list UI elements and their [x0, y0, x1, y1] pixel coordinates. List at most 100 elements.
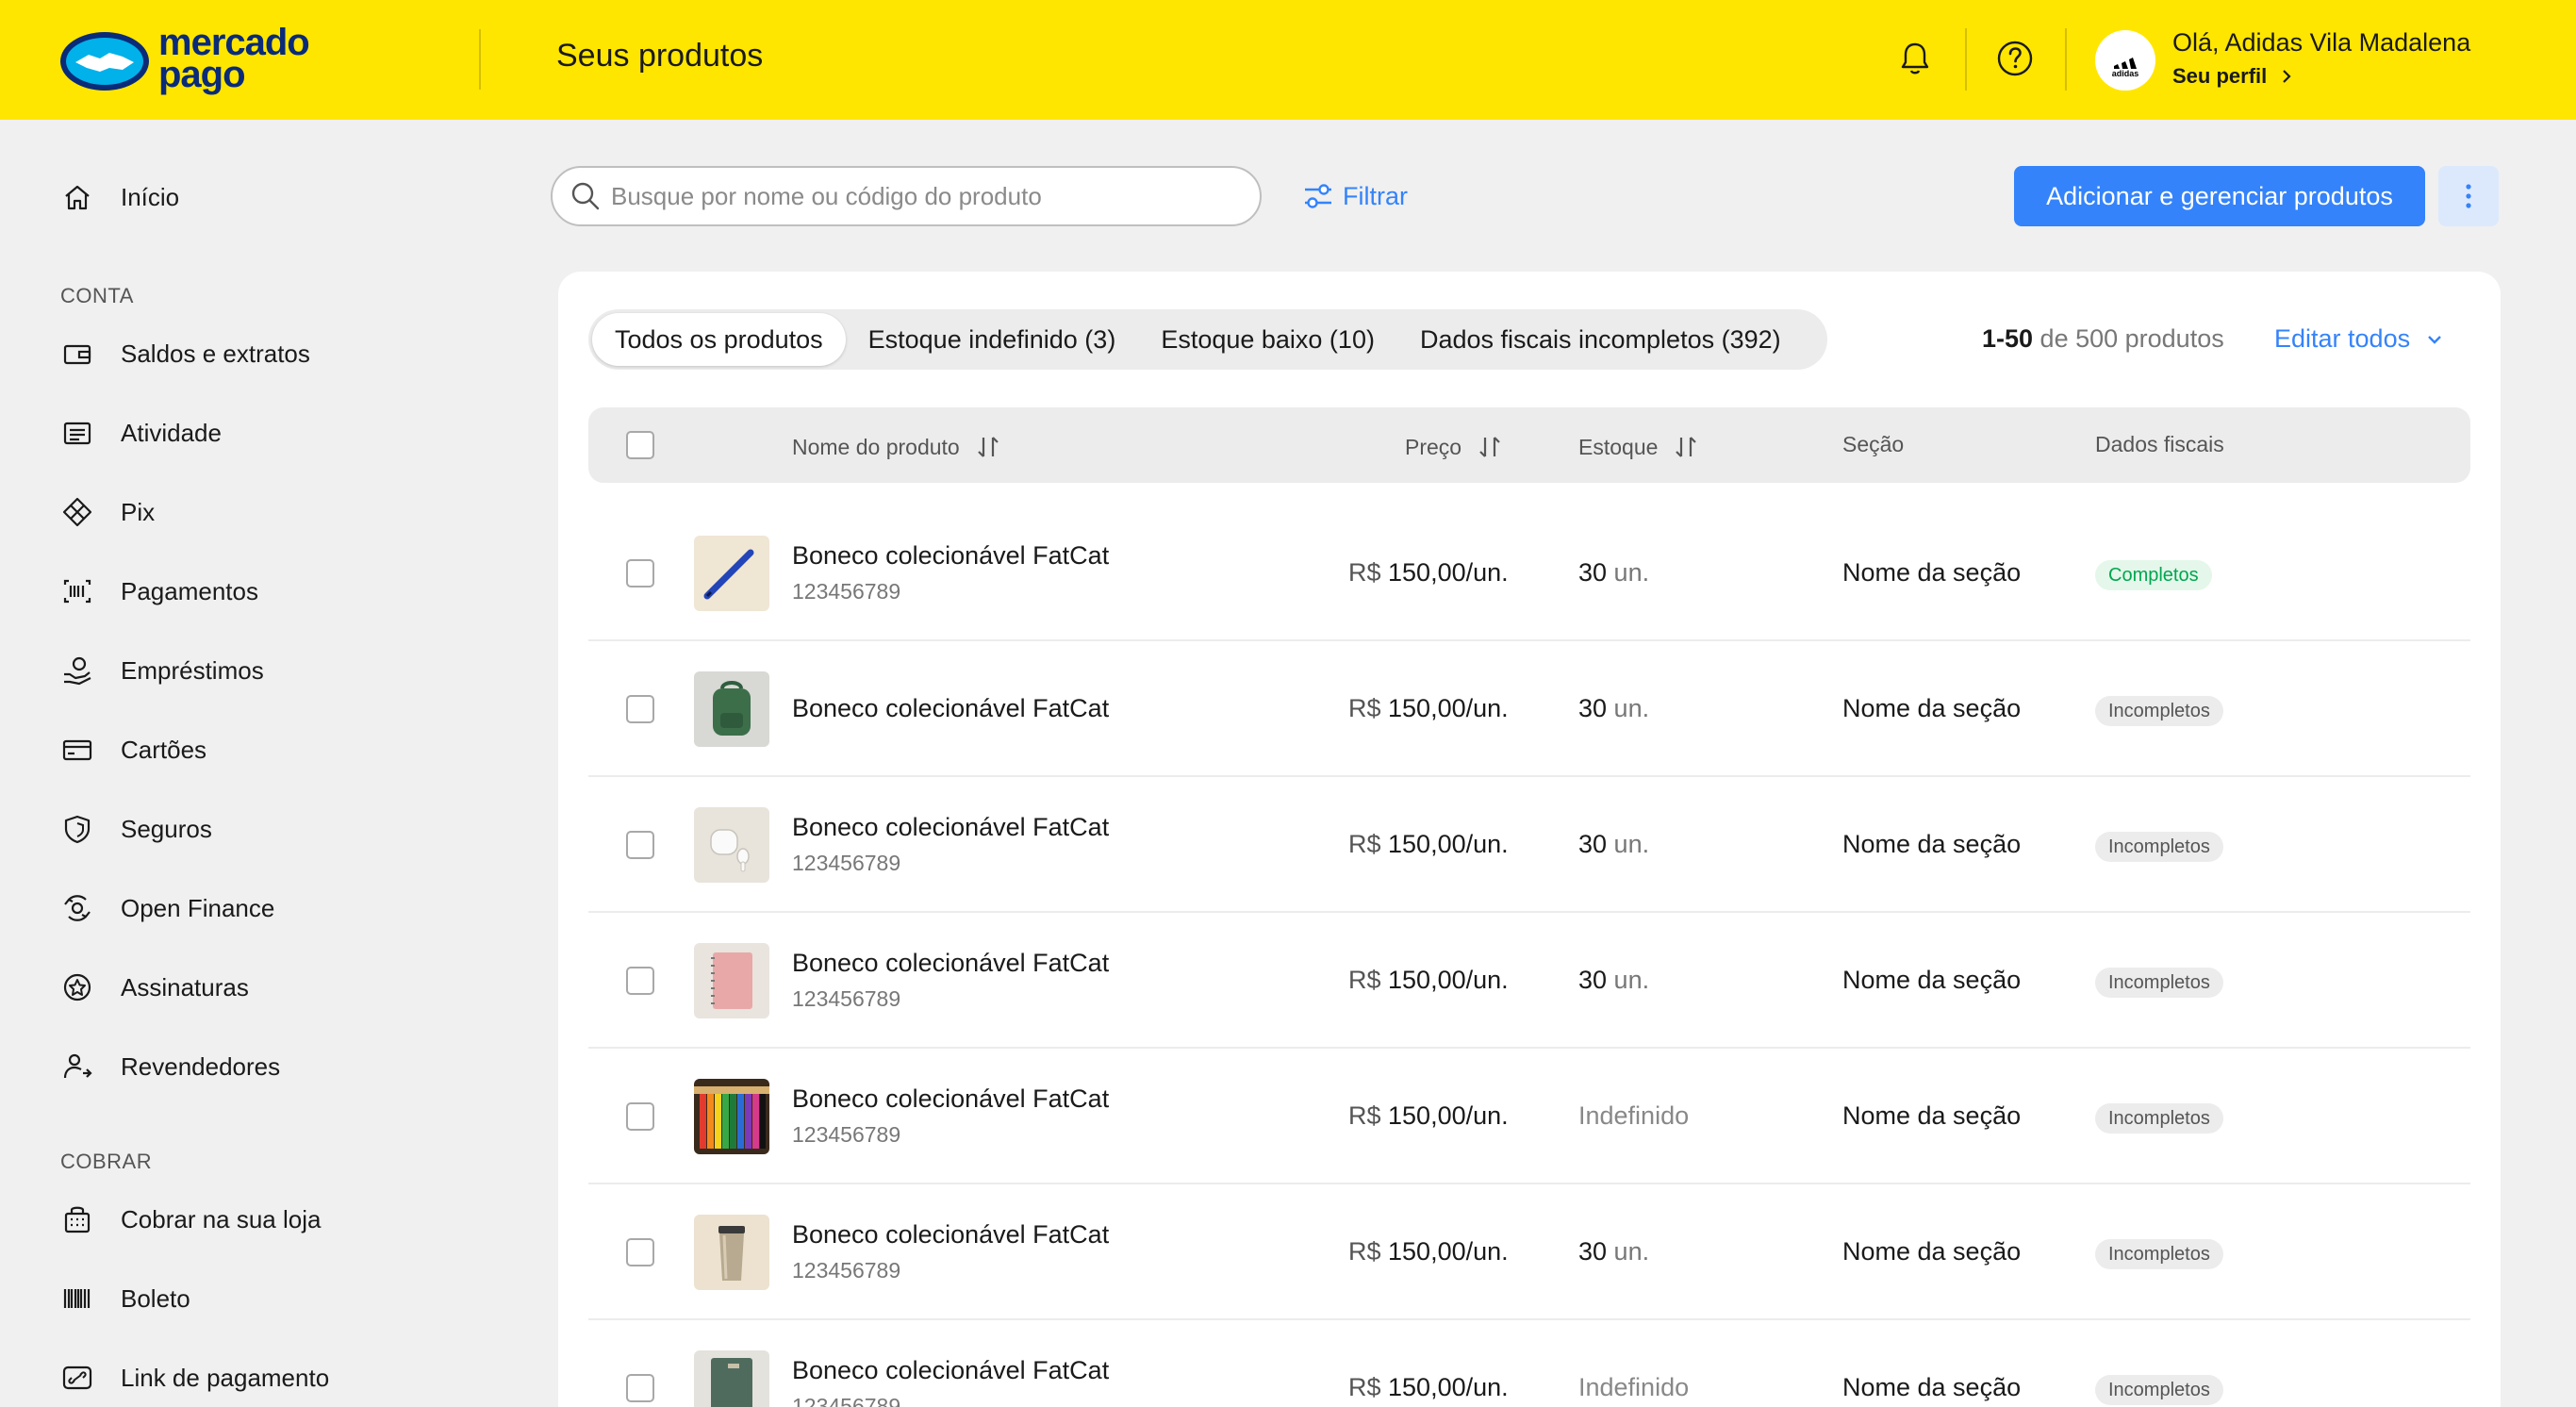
sidebar-item-balances[interactable]: Saldos e extratos: [60, 331, 310, 376]
chevron-right-icon: [2283, 70, 2291, 83]
payments-icon: [63, 579, 91, 604]
product-price: R$ 150,00/un.: [1348, 1237, 1509, 1266]
home-icon: [65, 185, 90, 210]
row-checkbox[interactable]: [626, 1102, 654, 1131]
product-name: Boneco colecionável FatCat: [792, 949, 1110, 977]
product-section: Nome da seção: [1842, 966, 2022, 994]
sidebar-item-loans[interactable]: Empréstimos: [60, 648, 264, 693]
search-icon: [571, 182, 600, 210]
sidebar-item-activity[interactable]: Atividade: [60, 410, 222, 455]
mercado-pago-logo[interactable]: mercado pago: [58, 22, 313, 95]
search-field[interactable]: [551, 166, 1262, 226]
pagination-info: 1-50 de 500 produtos: [1982, 324, 2224, 353]
row-checkbox[interactable]: [626, 1238, 654, 1266]
product-thumbnail: [694, 1079, 769, 1154]
column-header-stock[interactable]: Estoque: [1578, 432, 1701, 462]
column-header-price[interactable]: Preço: [1405, 432, 1505, 462]
tab-all-products[interactable]: Todos os produtos: [592, 313, 846, 366]
product-thumbnail: [694, 807, 769, 883]
column-header-name[interactable]: Nome do produto: [792, 432, 1003, 462]
tab-incomplete-fiscal[interactable]: Dados fiscais incompletos (392): [1397, 313, 1804, 366]
user-greeting: Olá, Adidas Vila Madalena: [2172, 28, 2471, 57]
row-checkbox[interactable]: [626, 695, 654, 723]
product-code: 123456789: [792, 986, 901, 1011]
table-row[interactable]: Boneco colecionável FatCat 123456789 R$ …: [588, 1184, 2470, 1320]
sidebar-item-payments[interactable]: Pagamentos: [60, 569, 258, 614]
fiscal-status-badge: Incompletos: [2095, 1239, 2223, 1269]
sidebar-item-home[interactable]: Início: [60, 174, 179, 220]
pen-product-image: [694, 536, 769, 611]
resellers-icon: [63, 1053, 92, 1079]
product-section: Nome da seção: [1842, 1101, 2022, 1130]
product-section: Nome da seção: [1842, 558, 2022, 587]
sidebar-item-cards[interactable]: Cartões: [60, 727, 206, 772]
product-price: R$ 150,00/un.: [1348, 1101, 1509, 1130]
fiscal-status-badge: Completos: [2095, 560, 2212, 590]
table-row[interactable]: Boneco colecionável FatCat 123456789 R$ …: [588, 1320, 2470, 1407]
bell-icon[interactable]: [1892, 36, 1938, 81]
help-icon[interactable]: [1992, 36, 2038, 81]
chevron-down-icon: [2428, 335, 2441, 344]
open-finance-icon: [64, 895, 91, 921]
page-title: Seus produtos: [556, 38, 764, 74]
product-price: R$ 150,00/un.: [1348, 694, 1509, 722]
edit-all-button[interactable]: Editar todos: [2274, 324, 2448, 354]
activity-icon: [63, 422, 91, 445]
product-thumbnail: [694, 1350, 769, 1407]
cards-icon: [62, 739, 92, 761]
product-stock: 30 un.: [1578, 1237, 1650, 1266]
product-name: Boneco colecionável FatCat: [792, 813, 1110, 841]
logo-wordmark: mercado pago: [158, 22, 310, 95]
adidas-logo-icon: adidas: [2112, 58, 2138, 78]
subscriptions-icon: [63, 973, 91, 1001]
row-checkbox[interactable]: [626, 967, 654, 995]
sidebar-item-open-finance[interactable]: Open Finance: [60, 886, 274, 931]
sidebar-item-resellers[interactable]: Revendedores: [60, 1044, 280, 1089]
select-all-checkbox[interactable]: [626, 431, 654, 459]
more-options-button[interactable]: [2438, 166, 2499, 226]
product-section: Nome da seção: [1842, 694, 2022, 722]
fiscal-status-badge: Incompletos: [2095, 968, 2223, 998]
add-manage-products-button[interactable]: Adicionar e gerenciar produtos: [2014, 166, 2425, 226]
product-name: Boneco colecionável FatCat: [792, 1356, 1110, 1384]
notebook-product-image: [694, 943, 769, 1018]
sidebar-item-charge-store[interactable]: Cobrar na sua loja: [60, 1197, 321, 1242]
table-row[interactable]: Boneco colecionável FatCat 123456789 R$ …: [588, 913, 2470, 1049]
filter-button[interactable]: Filtrar: [1301, 175, 1408, 217]
product-code: 123456789: [792, 851, 901, 875]
link-icon: [62, 1366, 92, 1390]
search-input[interactable]: [611, 181, 1214, 211]
table-row[interactable]: Boneco colecionável FatCat 123456789 R$ …: [588, 505, 2470, 641]
product-code: 123456789: [792, 1122, 901, 1147]
profile-link[interactable]: Seu perfil: [2172, 64, 2295, 89]
sort-icon: [1479, 437, 1500, 457]
fiscal-status-badge: Incompletos: [2095, 1103, 2223, 1134]
sidebar-item-boleto[interactable]: Boleto: [60, 1276, 190, 1321]
product-name: Boneco colecionável FatCat: [792, 1084, 1110, 1113]
tab-low-stock[interactable]: Estoque baixo (10): [1138, 313, 1397, 366]
shield-icon: [64, 815, 91, 844]
table-row[interactable]: Boneco colecionável FatCat R$ 150,00/un.…: [588, 641, 2470, 777]
product-section: Nome da seção: [1842, 1237, 2022, 1266]
sidebar-item-payment-link[interactable]: Link de pagamento: [60, 1355, 329, 1400]
product-stock: 30 un.: [1578, 694, 1650, 722]
handshake-logo-icon: [60, 32, 149, 91]
product-code: 123456789: [792, 579, 901, 604]
row-checkbox[interactable]: [626, 1374, 654, 1402]
table-row[interactable]: Boneco colecionável FatCat 123456789 R$ …: [588, 1049, 2470, 1184]
tab-undefined-stock[interactable]: Estoque indefinido (3): [846, 313, 1139, 366]
avatar[interactable]: adidas: [2095, 30, 2155, 91]
product-stock: 30 un.: [1578, 558, 1650, 587]
table-header: Nome do produto Preço Estoque Seção Dado…: [588, 407, 2470, 483]
table-row[interactable]: Boneco colecionável FatCat 123456789 R$ …: [588, 777, 2470, 913]
sidebar-item-insurance[interactable]: Seguros: [60, 806, 212, 852]
filter-tabs: Todos os produtos Estoque indefinido (3)…: [588, 309, 1827, 370]
filter-icon: [1305, 184, 1331, 208]
sidebar-item-pix[interactable]: Pix: [60, 489, 155, 535]
row-checkbox[interactable]: [626, 559, 654, 588]
product-stock: 30 un.: [1578, 966, 1650, 994]
top-header: mercado pago Seus produtos adidas Olá, A…: [0, 0, 2576, 120]
header-separator: [1965, 28, 1967, 91]
row-checkbox[interactable]: [626, 831, 654, 859]
sidebar-item-subscriptions[interactable]: Assinaturas: [60, 965, 249, 1010]
